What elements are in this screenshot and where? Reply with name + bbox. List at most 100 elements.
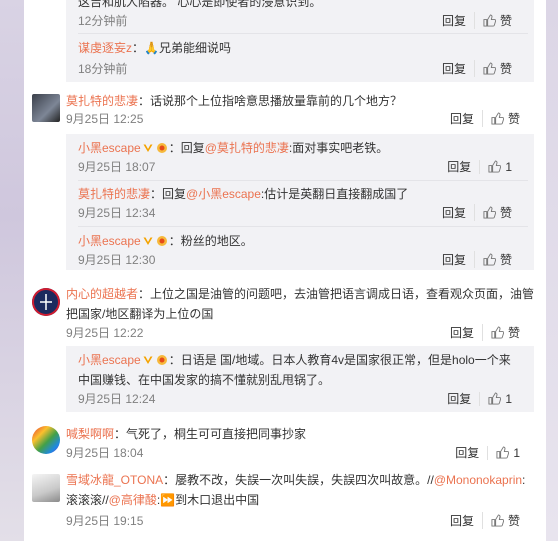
mention-link[interactable]: @莫扎特的悲凄: [205, 141, 289, 155]
comment-actions: 回复 赞: [442, 512, 528, 529]
reply-item: 小黑escape ：粉丝的地区。 9月25日 12:30 回复 赞: [78, 231, 528, 271]
comment-item: 喊梨啊啊：气死了，桐生可可直接把同事抄家 9月25日 18:04 回复 1: [24, 424, 546, 468]
thumbs-up-icon: [488, 160, 502, 173]
like-count: 1: [513, 445, 520, 460]
comment-list: 这吉和肌人陷器。 心心是即使者的浸意识到。 12分钟前 回复 赞 谋虔逐妄z：🙏…: [24, 0, 546, 541]
reply-text: 这吉和肌人陷器。 心心是即使者的浸意识到。: [78, 0, 322, 9]
reply-body: ：🙏兄弟能细说吗: [132, 41, 231, 55]
comment-body-cont: 把国家/地区翻译为上位の国: [66, 307, 214, 321]
thumbs-up-icon: [483, 62, 496, 75]
comment-actions: 回复 赞: [442, 110, 528, 127]
comment-time: 9月25日 12:25: [66, 112, 144, 126]
medal-icon: [156, 143, 167, 153]
comment-username[interactable]: 莫扎特的悲凄: [66, 94, 138, 108]
like-button[interactable]: 1: [487, 445, 528, 460]
reply-time: 9月25日 12:34: [78, 206, 156, 220]
like-button[interactable]: 赞: [481, 324, 528, 341]
like-button[interactable]: 1: [479, 391, 520, 406]
like-label: 赞: [507, 326, 520, 340]
reply-username[interactable]: 谋虔逐妄z: [78, 41, 132, 55]
divider: [78, 33, 528, 34]
reply-text: 谋虔逐妄z：🙏兄弟能细说吗: [78, 38, 231, 58]
comment-username[interactable]: 喊梨啊啊: [66, 427, 114, 441]
reply-button[interactable]: 回复: [434, 60, 474, 77]
reply-button[interactable]: 回复: [434, 12, 474, 29]
reply-item: 莫扎特的悲凄：回复@小黑escape:估计是英翻日直接翻成国了 9月25日 12…: [78, 184, 528, 224]
comment-body: :⏩到木口退出中国: [156, 493, 260, 507]
reply-body: :估计是英翻日直接翻成国了: [260, 187, 409, 201]
divider: [78, 226, 528, 227]
top-replies-box: 这吉和肌人陷器。 心心是即使者的浸意识到。 12分钟前 回复 赞 谋虔逐妄z：🙏…: [66, 0, 534, 82]
like-button[interactable]: 赞: [481, 512, 528, 529]
comment-time: 9月25日 19:15: [66, 514, 144, 528]
reply-text: 小黑escape ：粉丝的地区。: [78, 231, 253, 251]
psg-logo-icon: [32, 288, 60, 316]
avatar[interactable]: [32, 474, 60, 502]
reply-actions: 回复 赞: [434, 60, 520, 77]
reply-text: 小黑escape ：回复@莫扎特的悲凄:面对事实吧老铁。: [78, 138, 388, 158]
reply-button[interactable]: 回复: [447, 444, 487, 461]
like-count: 1: [505, 159, 512, 174]
comment-body: :: [522, 473, 526, 487]
comment-body: ：屡教不改，失誤一次叫失誤，失誤四次叫故意。//: [163, 473, 434, 487]
comment-item: 雪域冰龍_OTONA：屡教不改，失誤一次叫失誤，失誤四次叫故意。//@Monon…: [24, 470, 546, 536]
reply-button[interactable]: 回复: [442, 512, 482, 529]
like-label: 赞: [499, 62, 512, 76]
verified-v-icon: [143, 237, 153, 245]
like-button[interactable]: 赞: [473, 60, 520, 77]
reply-actions: 回复 赞: [434, 12, 520, 29]
comment-text: 莫扎特的悲凄：话说那个上位指啥意思播放量靠前的几个地方？: [66, 91, 402, 111]
like-button[interactable]: 1: [479, 159, 520, 174]
reply-username[interactable]: 小黑escape: [78, 141, 141, 155]
reply-button[interactable]: 回复: [439, 158, 479, 175]
like-label: 赞: [499, 253, 512, 267]
like-label: 赞: [507, 112, 520, 126]
reply-item: 小黑escape ：日语是 国/地域。日本人教育4v是国家很正常，但是holo一个…: [78, 350, 528, 410]
reply-time: 12分钟前: [78, 14, 128, 28]
replies-box: 小黑escape ：日语是 国/地域。日本人教育4v是国家很正常，但是holo一个…: [66, 346, 534, 412]
reply-actions: 回复 1: [439, 390, 520, 407]
avatar[interactable]: [32, 426, 60, 454]
like-button[interactable]: 赞: [473, 251, 520, 268]
verified-v-icon: [143, 356, 153, 364]
thumbs-up-icon: [483, 14, 496, 27]
mention-link[interactable]: @小黑escape: [186, 187, 261, 201]
comment-text: 内心的超越者：上位之国是油管的问题吧，去油管把语言调成日语，查看观众页面，油管 …: [66, 284, 534, 324]
avatar[interactable]: [32, 288, 60, 316]
reply-username[interactable]: 小黑escape: [78, 234, 141, 248]
comment-body: ：话说那个上位指啥意思播放量靠前的几个地方？: [138, 94, 403, 108]
reply-time: 9月25日 18:07: [78, 160, 156, 174]
reply-button[interactable]: 回复: [442, 110, 482, 127]
thumbs-up-icon: [491, 112, 504, 125]
reply-username[interactable]: 莫扎特的悲凄: [78, 187, 150, 201]
reply-prefix: ：回复: [168, 141, 205, 155]
comment-username[interactable]: 雪域冰龍_OTONA: [66, 473, 163, 487]
reply-button[interactable]: 回复: [434, 204, 474, 221]
comment-item: 莫扎特的悲凄：话说那个上位指啥意思播放量靠前的几个地方？ 9月25日 12:25…: [24, 90, 546, 274]
reply-username[interactable]: 小黑escape: [78, 353, 141, 367]
thumbs-up-icon: [491, 326, 504, 339]
reply-item: 这吉和肌人陷器。 心心是即使者的浸意识到。 12分钟前 回复 赞: [78, 0, 528, 34]
reply-prefix: ：回复: [150, 187, 187, 201]
comment-username[interactable]: 内心的超越者: [66, 287, 138, 301]
thumbs-up-icon: [488, 392, 502, 405]
like-button[interactable]: 赞: [473, 204, 520, 221]
left-background: [0, 0, 24, 541]
replies-box: 小黑escape ：回复@莫扎特的悲凄:面对事实吧老铁。 9月25日 18:07 …: [66, 134, 534, 270]
comment-actions: 回复 1: [447, 444, 528, 461]
comment-text: 喊梨啊啊：气死了，桐生可可直接把同事抄家: [66, 424, 306, 444]
reply-item: 小黑escape ：回复@莫扎特的悲凄:面对事实吧老铁。 9月25日 18:07 …: [78, 138, 528, 178]
comment-time: 9月25日 18:04: [66, 446, 144, 460]
thumbs-up-icon: [483, 206, 496, 219]
reply-button[interactable]: 回复: [434, 251, 474, 268]
mention-link[interactable]: @高律酸: [109, 493, 157, 507]
reply-button[interactable]: 回复: [439, 390, 479, 407]
like-label: 赞: [499, 14, 512, 28]
avatar[interactable]: [32, 94, 60, 122]
reply-button[interactable]: 回复: [442, 324, 482, 341]
like-button[interactable]: 赞: [481, 110, 528, 127]
thumbs-up-icon: [483, 253, 496, 266]
comment-item: 内心的超越者：上位之国是油管的问题吧，去油管把语言调成日语，查看观众页面，油管 …: [24, 284, 546, 418]
like-button[interactable]: 赞: [473, 12, 520, 29]
mention-link[interactable]: @Mononokaprin: [434, 473, 522, 487]
